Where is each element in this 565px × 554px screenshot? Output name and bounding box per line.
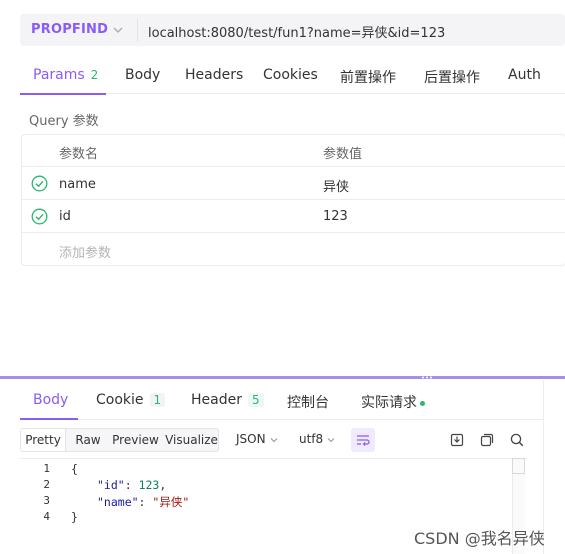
tab-params[interactable]: Params 2	[33, 67, 98, 83]
view-raw-button[interactable]: Raw	[68, 429, 108, 451]
view-pretty-button[interactable]: Pretty	[21, 429, 66, 451]
response-tabs: Body Cookie 1 Header 5 控制台 实际请求	[20, 384, 543, 420]
params-count-badge: 2	[90, 68, 99, 82]
tab-response-body[interactable]: Body	[33, 392, 68, 408]
copy-icon[interactable]	[479, 432, 495, 448]
code-line: {	[71, 462, 78, 476]
tab-params-label: Params	[33, 67, 85, 83]
query-section-label: Query 参数	[29, 114, 99, 129]
method-select[interactable]: PROPFIND	[31, 22, 108, 37]
view-visualize-button[interactable]: Visualize	[164, 429, 219, 451]
tab-auth[interactable]: Auth	[508, 67, 541, 83]
encoding-select[interactable]: utf8	[299, 432, 336, 446]
param-name[interactable]: id	[59, 209, 71, 224]
encoding-select-value: utf8	[299, 432, 324, 446]
tab-header-label: Header	[191, 392, 242, 408]
url-input[interactable]: localhost:8080/test/fun1?name=异侠&id=123	[148, 22, 445, 41]
table-row: name 异侠	[22, 167, 565, 200]
json-separator: :	[124, 478, 139, 492]
chevron-down-icon[interactable]	[111, 23, 125, 37]
line-number: 4	[43, 510, 50, 523]
add-param-row: 添加参数	[22, 233, 565, 266]
url-divider	[137, 19, 138, 41]
tab-pre-ops[interactable]: 前置操作	[340, 67, 396, 87]
tab-actual-request-label: 实际请求	[361, 395, 417, 411]
json-key: "id"	[97, 478, 125, 492]
header-param-name: 参数名	[59, 147, 99, 162]
request-bar: PROPFIND localhost:8080/test/fun1?name=异…	[20, 14, 565, 46]
query-params-table: 参数名 参数值 name 异侠 id 123 添加参数	[21, 134, 565, 266]
view-preview-button[interactable]: Preview	[109, 429, 162, 451]
code-line: "name": "异侠"	[97, 494, 189, 510]
response-toolbar: Pretty Raw Preview Visualize JSON utf8	[20, 428, 543, 452]
table-header-row: 参数名 参数值	[22, 135, 565, 167]
editor-scrollbar-thumb[interactable]	[512, 458, 525, 474]
chevron-down-icon	[270, 437, 277, 442]
tab-console[interactable]: 控制台	[287, 392, 329, 412]
code-line: "id": 123,	[97, 478, 166, 492]
json-string: "异侠"	[152, 495, 190, 509]
tab-actual-request[interactable]: 实际请求	[361, 392, 425, 412]
tab-post-ops[interactable]: 后置操作	[424, 67, 480, 87]
line-number: 3	[43, 494, 50, 507]
view-mode-group: Pretty Raw Preview Visualize	[20, 428, 219, 452]
pane-splitter[interactable]	[0, 376, 565, 379]
format-select[interactable]: JSON	[236, 432, 279, 446]
header-param-value: 参数值	[323, 147, 363, 162]
check-circle-icon[interactable]	[31, 208, 48, 225]
json-key: "name"	[97, 495, 139, 509]
tab-response-header[interactable]: Header 5	[191, 392, 264, 408]
tab-cookie-label: Cookie	[96, 392, 144, 408]
json-comma: ,	[159, 478, 167, 492]
active-tab-indicator	[20, 418, 78, 420]
param-value[interactable]: 123	[323, 209, 348, 224]
param-value[interactable]: 异侠	[323, 176, 349, 195]
search-icon[interactable]	[509, 432, 525, 448]
format-select-value: JSON	[236, 432, 266, 446]
tab-body[interactable]: Body	[125, 67, 160, 83]
code-line: }	[71, 510, 78, 524]
tab-headers[interactable]: Headers	[185, 67, 243, 83]
cookie-count-badge: 1	[149, 393, 166, 407]
tab-cookies[interactable]: Cookies	[263, 67, 318, 83]
param-name[interactable]: name	[59, 177, 96, 192]
tab-response-cookie[interactable]: Cookie 1	[96, 392, 166, 408]
request-tabs: Params 2 Body Headers Cookies 前置操作 后置操作 A…	[20, 60, 565, 95]
wrap-lines-icon	[357, 435, 370, 446]
status-dot	[420, 400, 425, 406]
watermark: CSDN @我名异侠	[414, 529, 545, 548]
active-tab-indicator	[20, 93, 106, 95]
chevron-down-icon	[327, 437, 335, 442]
table-row: id 123	[22, 200, 565, 233]
json-number: 123	[138, 478, 160, 492]
line-number: 1	[43, 462, 50, 475]
json-separator: :	[138, 495, 153, 509]
check-circle-icon[interactable]	[31, 175, 48, 192]
line-number: 2	[43, 478, 50, 491]
word-wrap-button[interactable]	[351, 428, 375, 452]
add-param-input[interactable]: 添加参数	[59, 242, 111, 261]
drag-handle-icon[interactable]	[421, 375, 433, 380]
header-count-badge: 5	[247, 393, 264, 407]
download-icon[interactable]	[449, 432, 465, 448]
